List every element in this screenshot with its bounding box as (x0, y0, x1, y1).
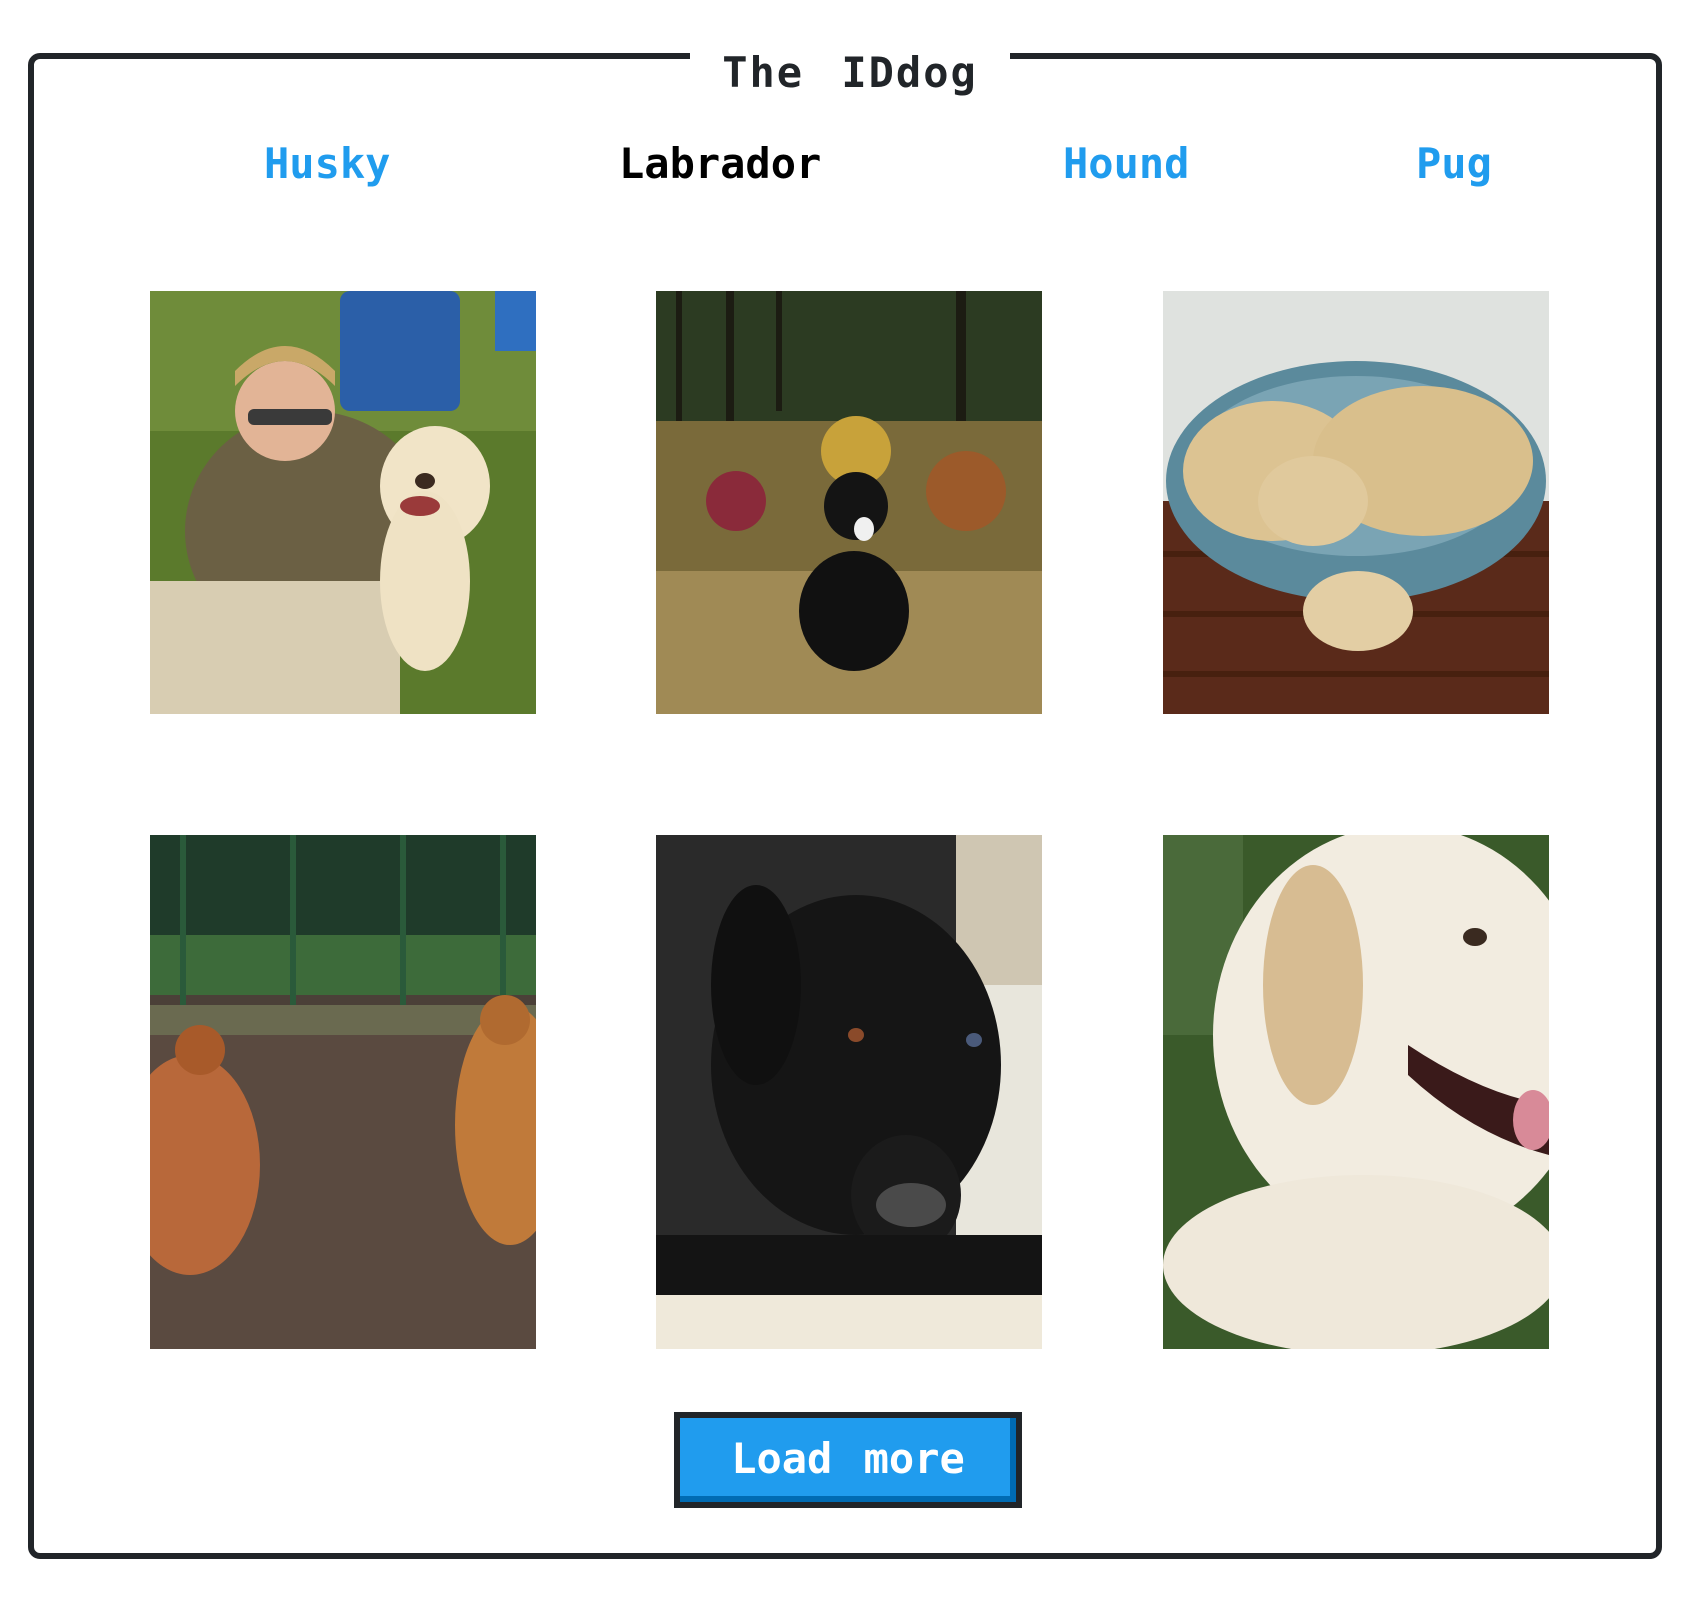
dog-photo-5 (656, 835, 1042, 1349)
load-more-button[interactable]: Load more (674, 1412, 1022, 1508)
dog-photo-6 (1163, 835, 1549, 1349)
dog-photo-1 (150, 291, 536, 714)
dog-photo-2 (656, 291, 1042, 714)
dog-photo-4 (150, 835, 536, 1349)
nav-item-labrador[interactable]: Labrador (619, 134, 821, 194)
dog-photo-3 (1163, 291, 1549, 714)
site-title: The IDdog (690, 40, 1010, 106)
nav-item-husky[interactable]: Husky (264, 134, 390, 194)
nav-item-hound[interactable]: Hound (1063, 134, 1189, 194)
breed-nav: Husky Labrador Hound Pug (0, 134, 1692, 194)
nav-item-pug[interactable]: Pug (1416, 134, 1492, 194)
